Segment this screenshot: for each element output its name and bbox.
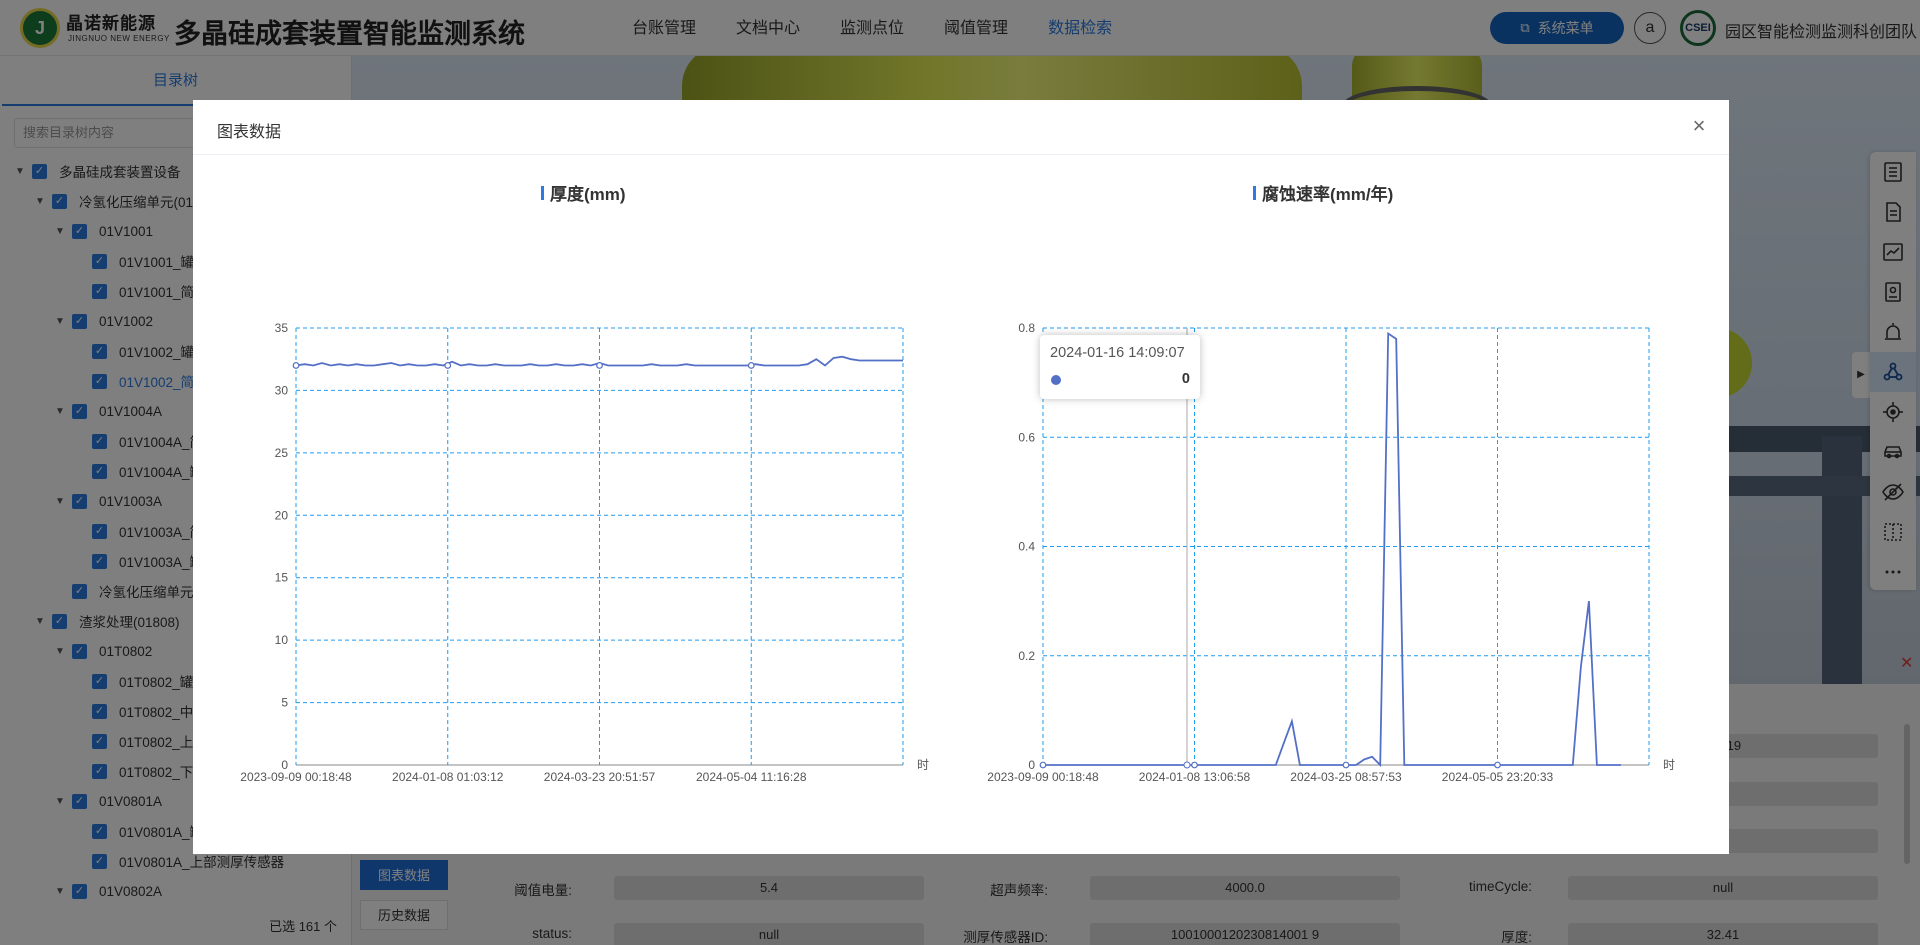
x-tick-label: 2023-09-09 00:18:48 <box>987 770 1099 784</box>
y-tick-label: 20 <box>275 508 289 522</box>
y-tick-label: 15 <box>275 571 289 585</box>
y-tick-label: 0.8 <box>1018 321 1035 335</box>
thickness-chart-title-text: 厚度(mm) <box>550 185 626 204</box>
dialog-title: 图表数据 <box>217 124 282 141</box>
hovered-data-point <box>1183 761 1191 769</box>
x-tick-label: 2024-05-04 11:16:28 <box>696 770 807 784</box>
title-accent-bar <box>541 185 544 200</box>
y-tick-label: 25 <box>275 446 289 460</box>
x-tick-label: 2024-03-23 20:51:57 <box>544 770 656 784</box>
x-axis-label: 时 <box>1663 758 1675 772</box>
y-tick-label: 5 <box>281 696 288 710</box>
data-point <box>1342 761 1350 769</box>
data-point <box>1494 761 1501 769</box>
y-tick-label: 0.6 <box>1018 430 1035 444</box>
data-point <box>444 362 452 369</box>
y-tick-label: 30 <box>275 383 289 397</box>
data-point <box>747 362 755 369</box>
title-accent-bar <box>1253 185 1256 200</box>
data-point <box>1039 761 1047 769</box>
y-tick-label: 0.2 <box>1018 649 1035 663</box>
chart-tooltip: 2024-01-16 14:09:07 0 <box>1040 335 1200 399</box>
x-tick-label: 2024-03-25 08:57:53 <box>1290 770 1402 784</box>
x-tick-label: 2024-05-05 23:20:33 <box>1442 770 1554 784</box>
x-tick-label: 2024-01-08 13:06:58 <box>1139 770 1251 784</box>
dialog-header: 图表数据 × <box>193 100 1729 155</box>
data-point <box>1191 761 1198 769</box>
tooltip-time: 2024-01-16 14:09:07 <box>1050 345 1185 361</box>
data-point <box>292 362 300 369</box>
data-point <box>596 362 603 369</box>
corrosion-chart-title: 腐蚀速率(mm/年) <box>1253 180 1393 205</box>
tooltip-series-dot <box>1051 375 1061 385</box>
y-tick-label: 10 <box>275 633 289 647</box>
chart-data-dialog: 图表数据 × 厚度(mm) 腐蚀速率(mm/年) 0 5 10 15 20 25 30 35 2… <box>193 100 1729 854</box>
thickness-chart-title: 厚度(mm) <box>541 180 626 205</box>
x-tick-label: 2024-01-08 01:03:12 <box>392 770 504 784</box>
close-icon[interactable]: × <box>1687 114 1711 138</box>
corrosion-chart-title-text: 腐蚀速率(mm/年) <box>1262 185 1394 204</box>
thickness-chart[interactable]: 051015202530352023-09-09 00:18:48 2024-01… <box>193 250 961 850</box>
x-axis-label: 时 <box>917 758 929 772</box>
tooltip-value: 0 <box>1181 371 1190 387</box>
y-tick-label: 35 <box>275 321 289 335</box>
x-tick-label: 2023-09-09 00:18:48 <box>240 770 352 784</box>
y-tick-label: 0.4 <box>1018 540 1035 554</box>
